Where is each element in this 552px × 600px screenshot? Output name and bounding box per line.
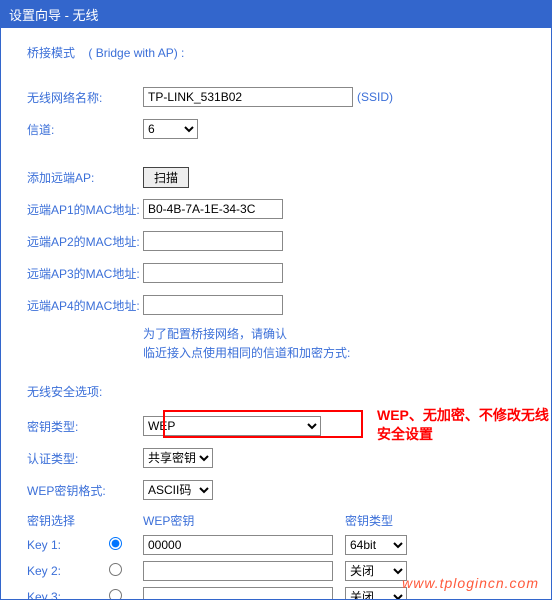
channel-select[interactable]: 6 <box>143 119 198 139</box>
key2-radio[interactable] <box>109 563 122 576</box>
ssid-suffix: (SSID) <box>357 90 393 104</box>
mac2-label: 远端AP2的MAC地址: <box>27 233 143 250</box>
wep-header-type: 密钥类型 <box>345 512 393 529</box>
key3-input[interactable] <box>143 587 333 600</box>
wep-header-row: 密钥选择 WEP密钥 密钥类型 <box>27 512 525 529</box>
key3-radio[interactable] <box>109 589 122 600</box>
ssid-input[interactable] <box>143 87 353 107</box>
mac4-input[interactable] <box>143 295 283 315</box>
key1-label: Key 1: <box>27 538 109 552</box>
key1-type-select[interactable]: 64bit <box>345 535 407 555</box>
wep-header-select: 密钥选择 <box>27 512 143 529</box>
bridge-mode-label: 桥接模式 <box>27 46 75 60</box>
help-text: 为了配置桥接网络，请确认 临近接入点使用相同的信道和加密方式: <box>143 325 525 363</box>
mac1-label: 远端AP1的MAC地址: <box>27 201 143 218</box>
mac2-input[interactable] <box>143 231 283 251</box>
mac4-label: 远端AP4的MAC地址: <box>27 297 143 314</box>
channel-label: 信道: <box>27 121 143 138</box>
auth-type-select[interactable]: 共享密钥 <box>143 448 213 468</box>
key-type-label: 密钥类型: <box>27 418 143 435</box>
key3-type-select[interactable]: 关闭 <box>345 587 407 600</box>
bridge-mode-value: ( Bridge with AP) : <box>88 46 184 60</box>
key2-type-select[interactable]: 关闭 <box>345 561 407 581</box>
wep-format-label: WEP密钥格式: <box>27 482 143 499</box>
bridge-mode-row: 桥接模式 ( Bridge with AP) : <box>27 44 525 61</box>
key-row-1: Key 1: 64bit <box>27 535 525 555</box>
key-type-select[interactable]: WEP <box>143 416 321 436</box>
key1-input[interactable] <box>143 535 333 555</box>
add-ap-label: 添加远端AP: <box>27 169 143 186</box>
key2-input[interactable] <box>143 561 333 581</box>
watermark: www.tplogincn.com <box>402 575 539 591</box>
wep-format-select[interactable]: ASCII码 <box>143 480 213 500</box>
key2-label: Key 2: <box>27 564 109 578</box>
mac3-input[interactable] <box>143 263 283 283</box>
window-title: 设置向导 - 无线 <box>1 1 551 28</box>
mac1-input[interactable] <box>143 199 283 219</box>
annotation-note: WEP、无加密、不修改无线安全设置 <box>377 406 552 442</box>
key3-label: Key 3: <box>27 590 109 600</box>
key1-radio[interactable] <box>109 537 122 550</box>
mac3-label: 远端AP3的MAC地址: <box>27 265 143 282</box>
scan-button[interactable]: 扫描 <box>143 167 189 188</box>
auth-type-label: 认证类型: <box>27 450 143 467</box>
ssid-label: 无线网络名称: <box>27 89 143 106</box>
wep-header-key: WEP密钥 <box>143 512 345 529</box>
security-section-label: 无线安全选项: <box>27 383 525 400</box>
